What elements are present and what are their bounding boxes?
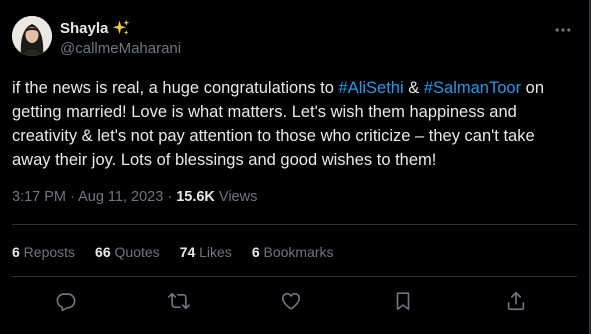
like-icon[interactable] — [279, 289, 303, 313]
divider — [12, 224, 577, 225]
meta-separator: · — [66, 189, 79, 205]
reposts-count: 6 — [12, 244, 20, 260]
bookmark-icon[interactable] — [391, 289, 415, 313]
hashtag-link[interactable]: #AliSethi — [339, 79, 404, 97]
display-name-row: Shayla — [60, 18, 181, 38]
views-label: Views — [214, 189, 258, 205]
display-name[interactable]: Shayla — [60, 20, 108, 37]
likes-stat[interactable]: 74 Likes — [180, 244, 232, 260]
engagement-stats: 6 Reposts 66 Quotes 74 Likes 6 Bookmarks — [12, 244, 354, 260]
meta-separator: · — [163, 189, 177, 205]
tweet-time[interactable]: 3:17 PM — [12, 189, 66, 205]
bookmarks-stat[interactable]: 6 Bookmarks — [252, 244, 334, 260]
repost-icon[interactable] — [167, 289, 191, 313]
likes-label: Likes — [195, 244, 232, 260]
tweet-header: Shayla @callmeMaharani — [12, 16, 579, 60]
reposts-stat[interactable]: 6 Reposts — [12, 244, 75, 260]
bookmarks-count: 6 — [251, 244, 260, 260]
user-names: Shayla @callmeMaharani — [60, 18, 181, 58]
views-count: 15.6K — [176, 189, 215, 205]
reply-icon[interactable] — [54, 289, 78, 313]
tweet-text-part: & — [403, 79, 424, 97]
tweet-text-part: if the news is real, a huge congratulati… — [12, 79, 339, 97]
bookmarks-label: Bookmarks — [259, 244, 334, 260]
quotes-count: 66 — [95, 244, 111, 260]
action-bar — [0, 289, 591, 313]
quotes-stat[interactable]: 66 Quotes — [95, 244, 160, 260]
hashtag-link[interactable]: #SalmanToor — [424, 79, 521, 97]
avatar-image — [12, 16, 52, 56]
tweet-text: if the news is real, a huge congratulati… — [12, 76, 577, 172]
user-handle[interactable]: @callmeMaharani — [60, 40, 181, 57]
share-icon[interactable] — [504, 289, 528, 313]
avatar[interactable] — [12, 16, 52, 56]
tweet-date[interactable]: Aug 11, 2023 — [78, 189, 163, 205]
more-icon[interactable] — [551, 20, 575, 40]
reposts-label: Reposts — [19, 244, 76, 260]
divider — [12, 276, 577, 277]
tweet-meta: 3:17 PM · Aug 11, 2023 · 15.6K Views — [12, 189, 257, 205]
quotes-label: Quotes — [110, 244, 160, 260]
sparkles-icon — [112, 19, 130, 37]
likes-count: 74 — [179, 244, 196, 260]
